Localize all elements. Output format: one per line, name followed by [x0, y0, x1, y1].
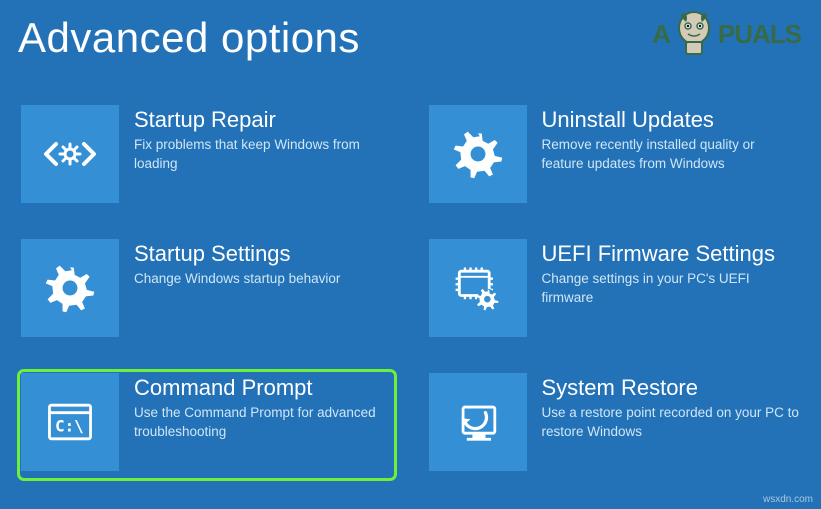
tile-desc: Remove recently installed quality or fea… [542, 136, 801, 172]
tile-uefi-firmware[interactable]: UEFI Firmware Settings Change settings i… [426, 236, 804, 346]
code-gear-icon [21, 105, 119, 203]
terminal-icon: C:\ [21, 373, 119, 471]
tile-text: Uninstall Updates Remove recently instal… [542, 105, 801, 173]
restore-arrow-icon [429, 373, 527, 471]
tile-uninstall-updates[interactable]: Uninstall Updates Remove recently instal… [426, 102, 804, 212]
tile-startup-repair[interactable]: Startup Repair Fix problems that keep Wi… [18, 102, 396, 212]
svg-text:C:\: C:\ [55, 416, 84, 435]
tile-title: Startup Repair [134, 107, 393, 133]
tile-desc: Use a restore point recorded on your PC … [542, 404, 801, 440]
watermark-suffix: PUALS [718, 19, 801, 50]
tile-text: Command Prompt Use the Command Prompt fo… [134, 373, 393, 441]
bottom-watermark: wsxdn.com [763, 494, 813, 505]
tile-desc: Change settings in your PC's UEFI firmwa… [542, 270, 801, 306]
tile-title: Command Prompt [134, 375, 393, 401]
chip-gear-icon [429, 239, 527, 337]
tile-text: Startup Settings Change Windows startup … [134, 239, 393, 289]
tile-title: Uninstall Updates [542, 107, 801, 133]
tile-title: Startup Settings [134, 241, 393, 267]
tile-desc: Use the Command Prompt for advanced trou… [134, 404, 393, 440]
watermark-logo: A PUALS [652, 10, 801, 58]
tile-text: System Restore Use a restore point recor… [542, 373, 801, 441]
gear-icon [429, 105, 527, 203]
tile-title: System Restore [542, 375, 801, 401]
tile-text: Startup Repair Fix problems that keep Wi… [134, 105, 393, 173]
tile-startup-settings[interactable]: Startup Settings Change Windows startup … [18, 236, 396, 346]
tile-title: UEFI Firmware Settings [542, 241, 801, 267]
tile-desc: Fix problems that keep Windows from load… [134, 136, 393, 172]
tile-text: UEFI Firmware Settings Change settings i… [542, 239, 801, 307]
watermark-prefix: A [652, 19, 670, 50]
tile-system-restore[interactable]: System Restore Use a restore point recor… [426, 370, 804, 480]
tile-command-prompt[interactable]: C:\ Command Prompt Use the Command Promp… [18, 370, 396, 480]
watermark-mascot-icon [674, 10, 714, 58]
gear-icon [21, 239, 119, 337]
options-grid: Startup Repair Fix problems that keep Wi… [0, 62, 821, 480]
tile-desc: Change Windows startup behavior [134, 270, 393, 288]
